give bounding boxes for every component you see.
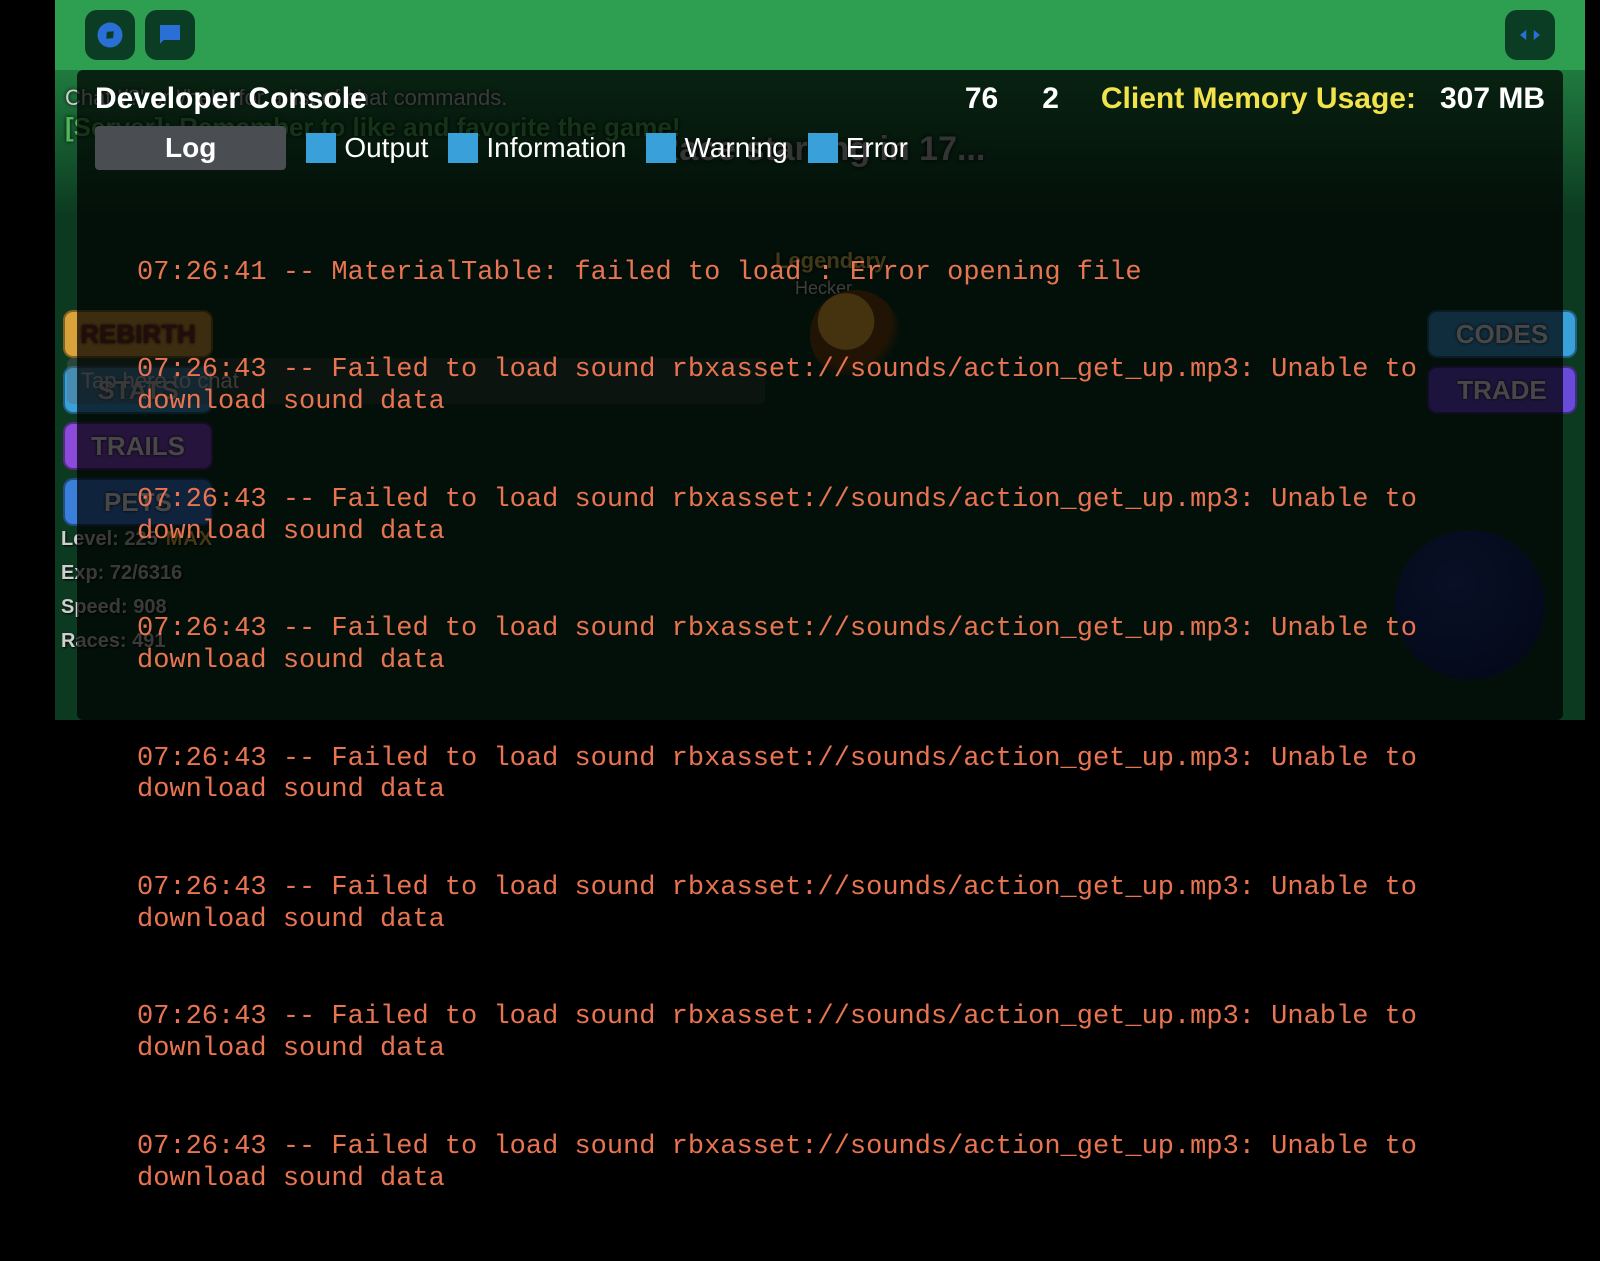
checkbox-icon bbox=[448, 133, 478, 163]
log-entry: 07:26:43 -- Failed to load sound rbxasse… bbox=[137, 744, 1551, 808]
log-entry: 07:26:41 -- MaterialTable: failed to loa… bbox=[137, 258, 1551, 290]
log-entry: 07:26:43 -- Failed to load sound rbxasse… bbox=[137, 614, 1551, 678]
checkbox-icon bbox=[808, 133, 838, 163]
chat-icon[interactable] bbox=[145, 10, 195, 60]
filter-information[interactable]: Information bbox=[448, 132, 626, 164]
code-icon[interactable] bbox=[1505, 10, 1555, 60]
compass-icon[interactable] bbox=[85, 10, 135, 60]
checkbox-icon bbox=[646, 133, 676, 163]
memory-usage-value: 307 MB bbox=[1440, 82, 1545, 116]
console-count-b: 2 bbox=[1042, 82, 1059, 116]
log-entry: 07:26:43 -- Failed to load sound rbxasse… bbox=[137, 485, 1551, 549]
console-count-a: 76 bbox=[965, 82, 998, 116]
console-filters: Log Output Information Warning Error bbox=[89, 126, 1551, 170]
log-entry: 07:26:43 -- Failed to load sound rbxasse… bbox=[137, 1132, 1551, 1196]
filter-warning[interactable]: Warning bbox=[646, 132, 787, 164]
game-viewport: Chat '/?' or '/help' for a list of chat … bbox=[55, 0, 1585, 720]
log-entry: 07:26:43 -- Failed to load sound rbxasse… bbox=[137, 873, 1551, 937]
log-entry: 07:26:43 -- Failed to load sound rbxasse… bbox=[137, 355, 1551, 419]
developer-console: Developer Console 76 2 Client Memory Usa… bbox=[77, 70, 1563, 720]
topbar bbox=[55, 0, 1585, 70]
checkbox-icon bbox=[306, 133, 336, 163]
console-header: Developer Console 76 2 Client Memory Usa… bbox=[89, 80, 1551, 126]
console-title: Developer Console bbox=[95, 82, 367, 116]
tab-log[interactable]: Log bbox=[95, 126, 286, 170]
memory-usage-label: Client Memory Usage: bbox=[1101, 82, 1416, 116]
console-log[interactable]: 07:26:41 -- MaterialTable: failed to loa… bbox=[89, 194, 1551, 1261]
filter-error[interactable]: Error bbox=[808, 132, 908, 164]
filter-output[interactable]: Output bbox=[306, 132, 428, 164]
log-entry: 07:26:43 -- Failed to load sound rbxasse… bbox=[137, 1002, 1551, 1066]
